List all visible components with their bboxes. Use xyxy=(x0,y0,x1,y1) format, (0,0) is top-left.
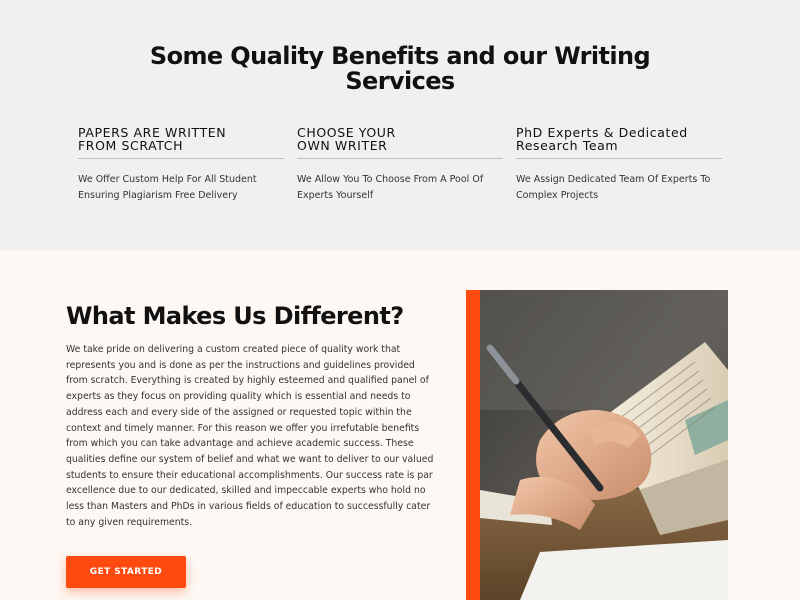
benefit-heading-line2: Research Team xyxy=(516,138,619,153)
benefit-text-line2: Complex Projects xyxy=(516,190,599,201)
benefit-text: We Offer Custom Help For All Student Ens… xyxy=(78,172,284,204)
benefit-text: We Assign Dedicated Team Of Experts To C… xyxy=(516,172,722,204)
what-makes-us-different-section: What Makes Us Different? We take pride o… xyxy=(0,250,800,600)
benefit-text-line2: Ensuring Plagiarism Free Delivery xyxy=(78,190,238,201)
benefit-heading-line2: OWN WRITER xyxy=(297,138,388,153)
section-body-text: We take pride on delivering a custom cre… xyxy=(66,344,434,528)
accent-bar xyxy=(466,290,480,600)
benefit-text-line2: Experts Yourself xyxy=(297,190,374,201)
benefit-card-scratch: PAPERS ARE WRITTEN FROM SCRATCH We Offer… xyxy=(78,126,284,204)
benefits-title: Some Quality Benefits and our Writing Se… xyxy=(0,44,800,94)
benefits-title-line1: Some Quality Benefits and our Writing xyxy=(149,42,651,70)
benefits-section: Some Quality Benefits and our Writing Se… xyxy=(0,0,800,250)
benefit-heading: PAPERS ARE WRITTEN FROM SCRATCH xyxy=(78,126,284,159)
benefit-text-line1: We Offer Custom Help For All Student xyxy=(78,174,257,185)
benefit-text: We Allow You To Choose From A Pool Of Ex… xyxy=(297,172,503,204)
feature-photo xyxy=(466,290,728,600)
benefit-card-writer: CHOOSE YOUR OWN WRITER We Allow You To C… xyxy=(297,126,503,204)
benefit-heading: PhD Experts & Dedicated Research Team xyxy=(516,126,722,159)
student-reading-book-image xyxy=(480,290,728,600)
get-started-button[interactable]: GET STARTED xyxy=(66,556,186,588)
benefit-heading-line2: FROM SCRATCH xyxy=(78,138,184,153)
benefits-title-line2: Services xyxy=(345,67,455,95)
section-title: What Makes Us Different? xyxy=(66,302,404,330)
benefit-text-line1: We Assign Dedicated Team Of Experts To xyxy=(516,174,711,185)
benefit-card-experts: PhD Experts & Dedicated Research Team We… xyxy=(516,126,722,204)
benefit-heading: CHOOSE YOUR OWN WRITER xyxy=(297,126,503,159)
benefit-text-line1: We Allow You To Choose From A Pool Of xyxy=(297,174,484,185)
